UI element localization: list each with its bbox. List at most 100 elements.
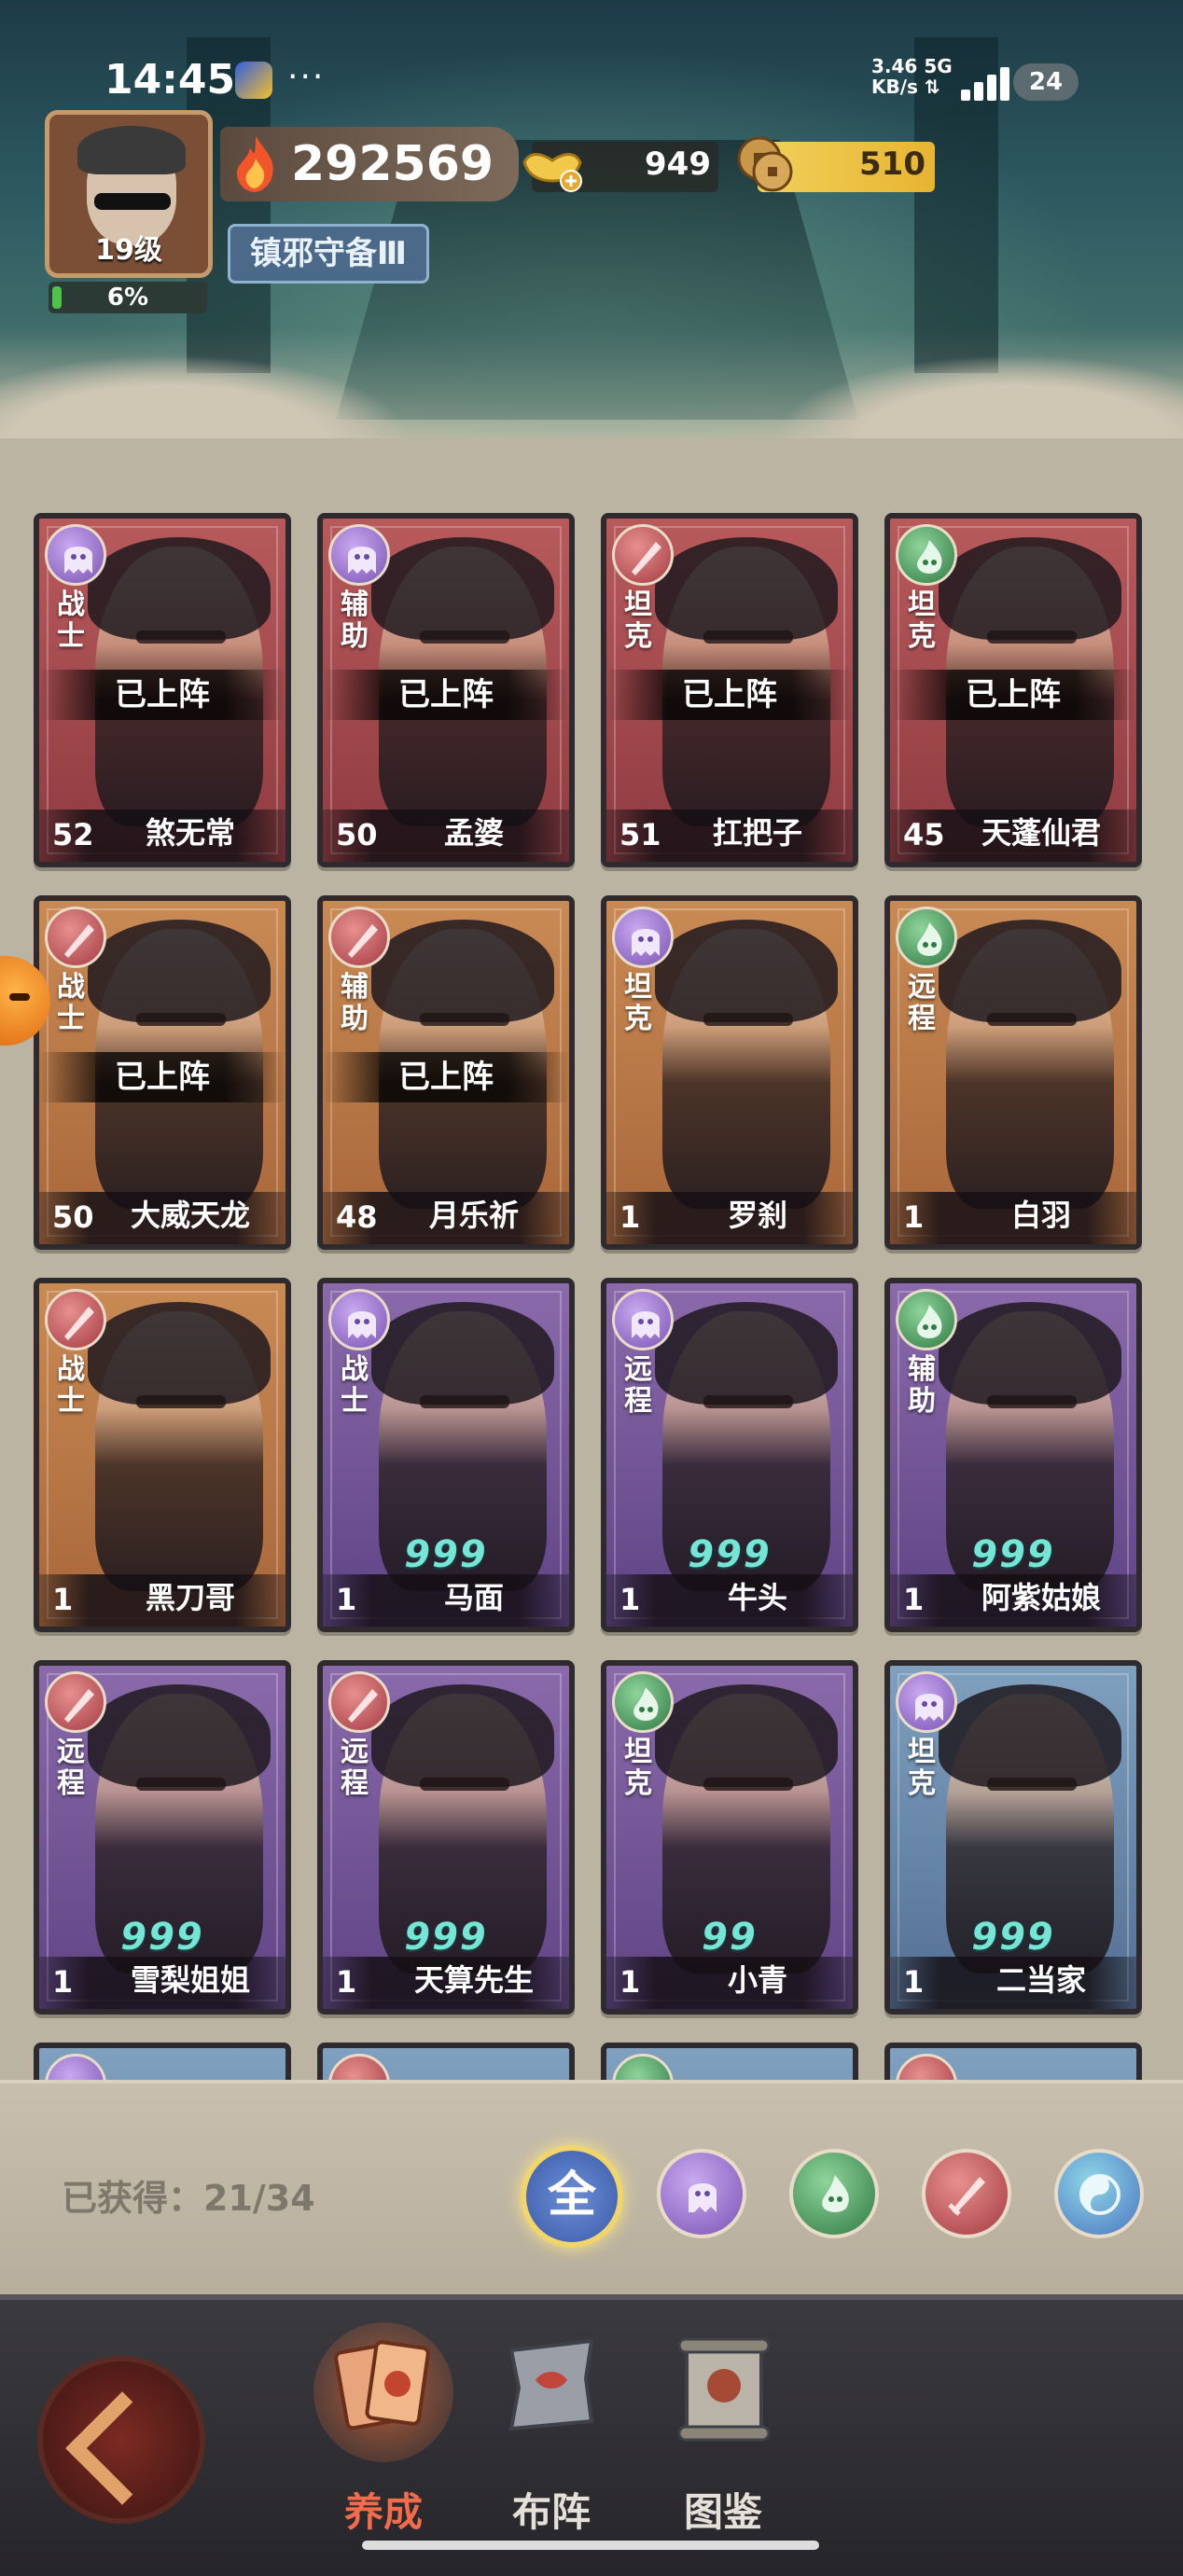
- blade-icon: [45, 1671, 106, 1733]
- hero-card[interactable]: 战士 999 1 马面: [317, 1278, 575, 1632]
- hero-card[interactable]: 坦克已上阵 45 天蓬仙君: [884, 513, 1142, 867]
- scroll-map-icon: [677, 2337, 771, 2442]
- copper-coin-icon: [737, 136, 793, 192]
- blade-icon: [328, 1671, 390, 1733]
- hero-card[interactable]: 坦克 1 罗刹: [601, 895, 858, 1250]
- spirit-flame-icon: [822, 2175, 849, 2212]
- player-level: 19级: [95, 234, 162, 267]
- hero-card[interactable]: 战士 已上阵 50 大威天龙: [34, 895, 291, 1250]
- filter-yinyang-button[interactable]: [1054, 2149, 1144, 2238]
- combat-power-value: 292569: [291, 136, 494, 192]
- hero-card-partial[interactable]: [601, 2043, 858, 2080]
- hero-level: 51: [619, 817, 661, 852]
- exp-percent: 6%: [106, 284, 149, 312]
- deployed-badge: 已上阵: [890, 670, 1136, 720]
- awaken-stars: 999: [404, 1533, 488, 1576]
- hero-role: 坦克: [624, 589, 652, 653]
- hero-name: 阿紫姑娘: [981, 1580, 1101, 1615]
- hero-card-partial[interactable]: [884, 2043, 1142, 2080]
- nav-develop-label: 养成: [343, 2489, 423, 2535]
- deployed-badge: 已上阵: [323, 1052, 569, 1102]
- coin-value: 510: [859, 145, 926, 183]
- deployed-badge: 已上阵: [323, 670, 569, 720]
- ghost-icon: [689, 2183, 717, 2212]
- player-avatar[interactable]: 19级: [45, 110, 213, 278]
- hero-level: 45: [903, 817, 945, 852]
- ghost-icon: [612, 1289, 674, 1350]
- app-notification-icon: [235, 62, 272, 99]
- blade-icon: [896, 2054, 957, 2080]
- banner-flag-icon: [508, 2338, 594, 2431]
- hero-card[interactable]: 坦克 99 1 小青: [601, 1660, 858, 2015]
- combat-power: 292569: [220, 127, 519, 201]
- ghost-icon: [45, 2054, 106, 2080]
- hero-name: 牛头: [727, 1580, 787, 1615]
- exp-bar: 6%: [49, 282, 207, 313]
- hero-card[interactable]: 辅助 已上阵 50 孟婆: [317, 513, 575, 867]
- filter-blade-faction-button[interactable]: [922, 2149, 1011, 2238]
- obtained-count: 已获得：21/34: [62, 2178, 315, 2219]
- hero-card-partial[interactable]: [317, 2043, 575, 2080]
- filter-all-button[interactable]: 全: [521, 2145, 623, 2248]
- hero-card[interactable]: 辅助 999 1 阿紫姑娘: [884, 1278, 1142, 1632]
- back-button[interactable]: [37, 2356, 205, 2524]
- awaken-stars: 999: [404, 1916, 488, 1959]
- hero-name: 孟婆: [443, 815, 504, 851]
- hero-role: 坦克: [624, 1736, 652, 1800]
- flame-icon: [237, 136, 273, 192]
- hero-name: 大威天龙: [130, 1198, 250, 1233]
- hero-card-partial[interactable]: [34, 2043, 291, 2080]
- hero-card[interactable]: 坦克 已上阵 51 扛把子: [601, 513, 858, 867]
- deployed-badge: 已上阵: [39, 1052, 285, 1102]
- hero-card[interactable]: 远程 1 白羽: [884, 895, 1142, 1250]
- ghost-icon: [612, 907, 674, 968]
- filter-panel: 已获得：21/34 全: [0, 2080, 1183, 2298]
- filter-ghost-faction-button[interactable]: [657, 2149, 746, 2238]
- hero-card[interactable]: 远程 999 1 雪梨姐姐: [34, 1660, 291, 2015]
- spirit-flame-icon: [896, 524, 957, 586]
- nav-develop[interactable]: 养成: [304, 2322, 463, 2555]
- hero-card[interactable]: 辅助 已上阵 48 月乐祈: [317, 895, 575, 1250]
- yin-yang-icon: [1079, 2174, 1120, 2215]
- ghost-icon: [896, 1671, 957, 1733]
- hero-level: 1: [903, 1199, 925, 1235]
- hero-name: 黑刀哥: [145, 1580, 235, 1615]
- gold-ingot-icon: [522, 153, 582, 192]
- nav-formation[interactable]: 布阵: [472, 2332, 631, 2555]
- ghost-icon: [328, 1289, 390, 1350]
- hero-role: 战士: [341, 1353, 369, 1418]
- spirit-flame-icon: [612, 2054, 674, 2080]
- hero-card[interactable]: 战士 已上阵 52 煞无常: [34, 513, 291, 867]
- hero-name: 天蓬仙君: [981, 815, 1101, 851]
- hero-name: 小青: [727, 1962, 787, 1998]
- blade-icon: [328, 907, 390, 968]
- network-speed: 3.46 5G KB/s ⇅: [871, 55, 953, 98]
- nav-codex[interactable]: 图鉴: [644, 2332, 802, 2555]
- hero-role: 坦克: [624, 971, 652, 1035]
- hero-name: 罗刹: [727, 1198, 787, 1233]
- blade-icon: [328, 2054, 390, 2080]
- rank-title-badge[interactable]: 镇邪守备Ⅲ: [228, 224, 429, 284]
- hero-level: 50: [52, 1199, 94, 1235]
- hero-card[interactable]: 远程 999 1 牛头: [601, 1278, 858, 1632]
- hero-level: 48: [336, 1199, 378, 1235]
- hero-level: 1: [336, 1582, 357, 1617]
- spirit-flame-icon: [896, 907, 957, 968]
- hero-card[interactable]: 远程 999 1 天算先生: [317, 1660, 575, 2015]
- hero-role: 坦克: [908, 589, 936, 653]
- hero-level: 1: [52, 1964, 74, 2000]
- hero-name: 雪梨姐姐: [130, 1962, 250, 1998]
- hero-name: 煞无常: [145, 815, 235, 851]
- hero-level: 50: [336, 817, 378, 852]
- hero-card[interactable]: 战士 1 黑刀哥: [34, 1278, 291, 1632]
- home-indicator[interactable]: [362, 2541, 819, 2550]
- hero-role: 辅助: [908, 1353, 936, 1418]
- awaken-stars: 999: [120, 1916, 204, 1959]
- more-notifications-icon: ···: [287, 58, 326, 96]
- hat-icon: [77, 126, 186, 174]
- nav-codex-label: 图鉴: [683, 2489, 762, 2535]
- hero-card[interactable]: 坦克 999 1 二当家: [884, 1660, 1142, 2015]
- filter-green-faction-button[interactable]: [789, 2149, 879, 2238]
- hero-level: 1: [619, 1964, 641, 2000]
- hero-level: 1: [619, 1582, 641, 1617]
